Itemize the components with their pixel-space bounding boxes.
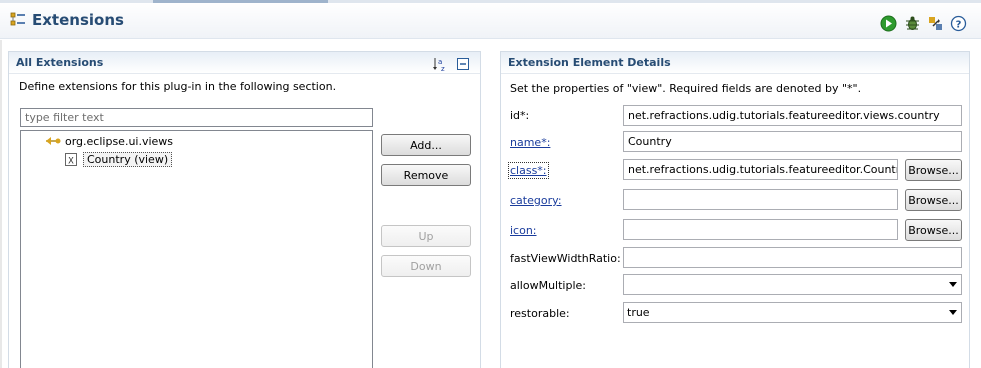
chevron-down-icon (949, 310, 957, 315)
restorable-value: true (627, 306, 650, 319)
restorable-combo[interactable]: true (623, 302, 962, 323)
class-link[interactable]: class*: (508, 162, 549, 179)
svg-text:X: X (68, 156, 74, 166)
category-link[interactable]: category: (510, 194, 562, 207)
add-button[interactable]: Add... (381, 134, 471, 156)
fastviewwidthratio-field[interactable] (623, 247, 962, 268)
sort-icon[interactable]: a z (432, 56, 448, 72)
tree-item-label: Country (view) (83, 151, 173, 167)
restorable-label: restorable: (510, 307, 570, 320)
section-description: Define extensions for this plug-in in th… (19, 80, 337, 93)
icon-field[interactable] (623, 219, 898, 240)
element-details-header: Extension Element Details (501, 52, 969, 74)
allowmultiple-combo[interactable] (623, 274, 962, 295)
section-description: Set the properties of "view". Required f… (510, 82, 862, 95)
left-gutter (0, 40, 2, 368)
help-icon[interactable]: ? (950, 15, 967, 32)
icon-browse-button[interactable]: Browse... (905, 219, 962, 241)
section-title: Extension Element Details (508, 56, 671, 69)
category-field[interactable] (623, 189, 898, 210)
id-field[interactable]: net.refractions.udig.tutorials.featureed… (623, 105, 962, 126)
svg-text:?: ? (956, 20, 962, 31)
tree-item-element[interactable]: X Country (view) (65, 151, 173, 167)
up-button[interactable]: Up (381, 225, 471, 247)
debug-icon[interactable] (904, 15, 921, 32)
id-label: id*: (510, 109, 530, 122)
down-button[interactable]: Down (381, 255, 471, 277)
tree-item-extension-point[interactable]: org.eclipse.ui.views (45, 133, 173, 149)
extensions-icon (10, 12, 25, 26)
tree-item-label: org.eclipse.ui.views (65, 134, 174, 148)
element-icon: X (65, 152, 77, 166)
remove-button[interactable]: Remove (381, 164, 471, 186)
category-browse-button[interactable]: Browse... (905, 189, 962, 211)
extensions-tree[interactable]: org.eclipse.ui.views X Country (view) (20, 130, 373, 368)
run-icon[interactable] (880, 15, 897, 32)
chevron-down-icon (949, 282, 957, 287)
icon-link[interactable]: icon: (510, 224, 537, 237)
export-icon[interactable] (927, 15, 944, 32)
form-header: Extensions ? (0, 3, 981, 39)
extension-point-icon (46, 137, 61, 145)
filter-input[interactable] (20, 108, 373, 127)
allowmultiple-label: allowMultiple: (510, 279, 586, 292)
all-extensions-header: All Extensions a z (9, 52, 480, 74)
collapse-all-icon[interactable] (456, 57, 470, 71)
name-field[interactable]: Country (623, 131, 962, 152)
class-field[interactable]: net.refractions.udig.tutorials.featureed… (623, 159, 898, 180)
name-link[interactable]: name*: (510, 136, 550, 149)
page-title: Extensions (32, 11, 124, 29)
svg-text:z: z (441, 65, 445, 72)
fastviewwidthratio-label: fastViewWidthRatio: (510, 252, 621, 265)
section-title: All Extensions (16, 56, 104, 69)
class-browse-button[interactable]: Browse... (905, 159, 962, 181)
